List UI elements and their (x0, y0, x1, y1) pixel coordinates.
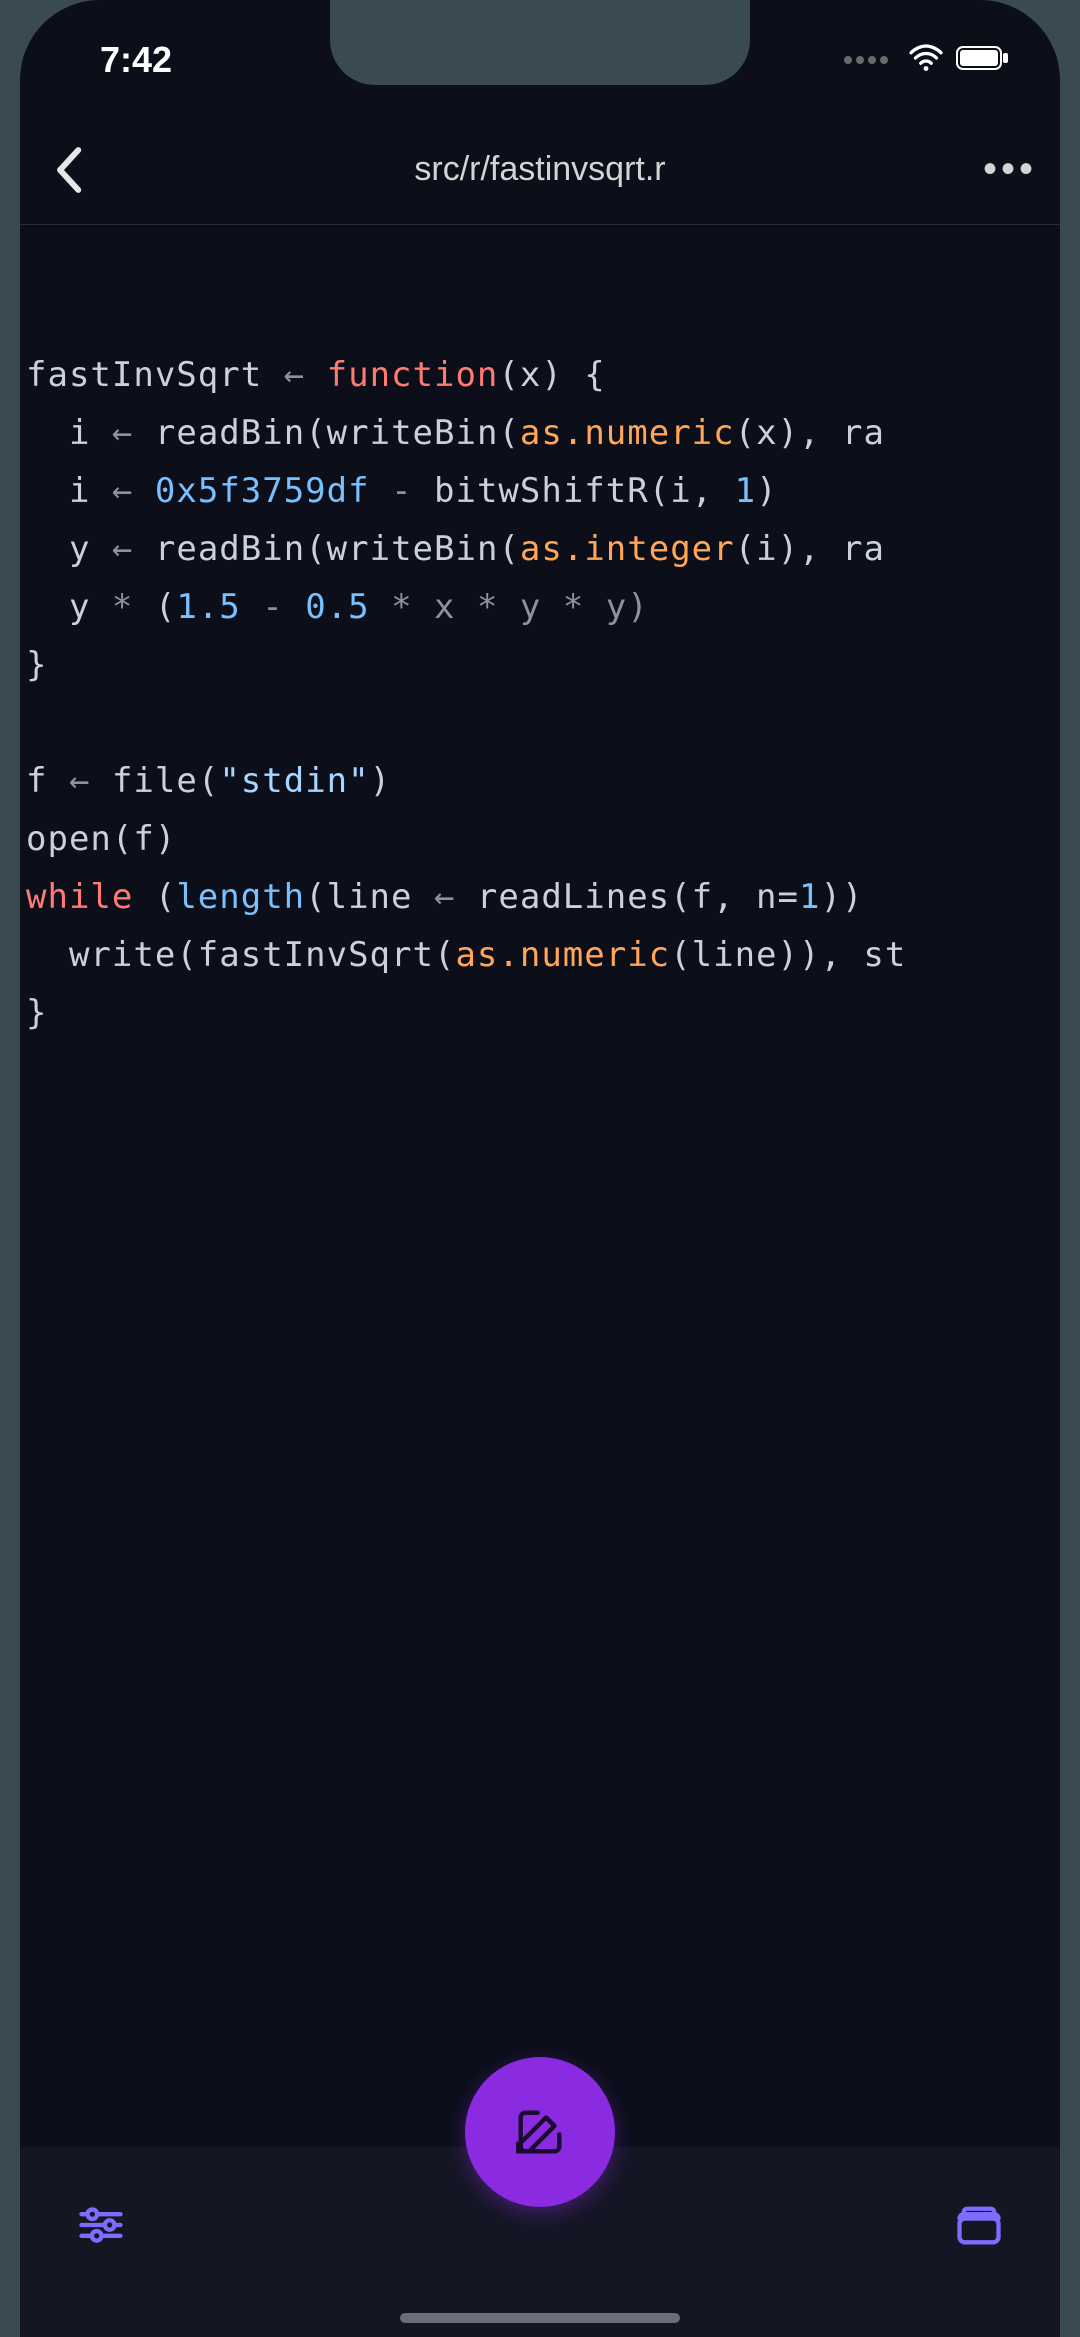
file-path-title: src/r/fastinvsqrt.r (100, 150, 980, 189)
code-line-9: open(f) (26, 819, 176, 859)
code-line-1: fastInvSqrt ← function(x) { (26, 355, 606, 395)
more-button[interactable]: ••• (980, 147, 1040, 192)
status-right (844, 40, 1010, 81)
edit-fab-button[interactable] (465, 2057, 615, 2207)
code-line-2: i ← readBin(writeBin(as.numeric(x), ra (26, 413, 885, 453)
code-line-8: f ← file("stdin") (26, 761, 391, 801)
cellular-dots-icon (844, 56, 888, 64)
code-line-10: while (length(line ← readLines(f, n=1)) (26, 877, 885, 917)
back-button[interactable] (40, 145, 100, 195)
code-line-11: write(fastInvSqrt(as.numeric(line)), st (26, 935, 906, 975)
edit-icon (511, 2103, 569, 2161)
code-line-4: y ← readBin(writeBin(as.integer(i), ra (26, 529, 885, 569)
code-line-5: y * (1.5 - 0.5 * x * y * y) (26, 587, 649, 627)
nav-bar: src/r/fastinvsqrt.r ••• (20, 115, 1060, 225)
wifi-icon (908, 40, 944, 81)
files-button[interactable] (953, 2199, 1005, 2256)
device-notch (330, 0, 750, 85)
code-line-6: } (26, 645, 47, 685)
code-line-3: i ← 0x5f3759df - bitwShiftR(i, 1) (26, 471, 778, 511)
chevron-left-icon (50, 145, 90, 195)
archive-box-icon (953, 2199, 1005, 2251)
settings-sliders-button[interactable] (75, 2199, 127, 2256)
home-indicator[interactable] (400, 2313, 680, 2323)
ellipsis-icon: ••• (983, 147, 1037, 192)
code-line-12: } (26, 993, 47, 1033)
device-frame: 7:42 (20, 0, 1060, 2337)
battery-icon (956, 44, 1010, 77)
sliders-icon (75, 2199, 127, 2251)
status-time: 7:42 (100, 39, 172, 81)
code-viewer[interactable]: fastInvSqrt ← function(x) { i ← readBin(… (20, 226, 1060, 2137)
